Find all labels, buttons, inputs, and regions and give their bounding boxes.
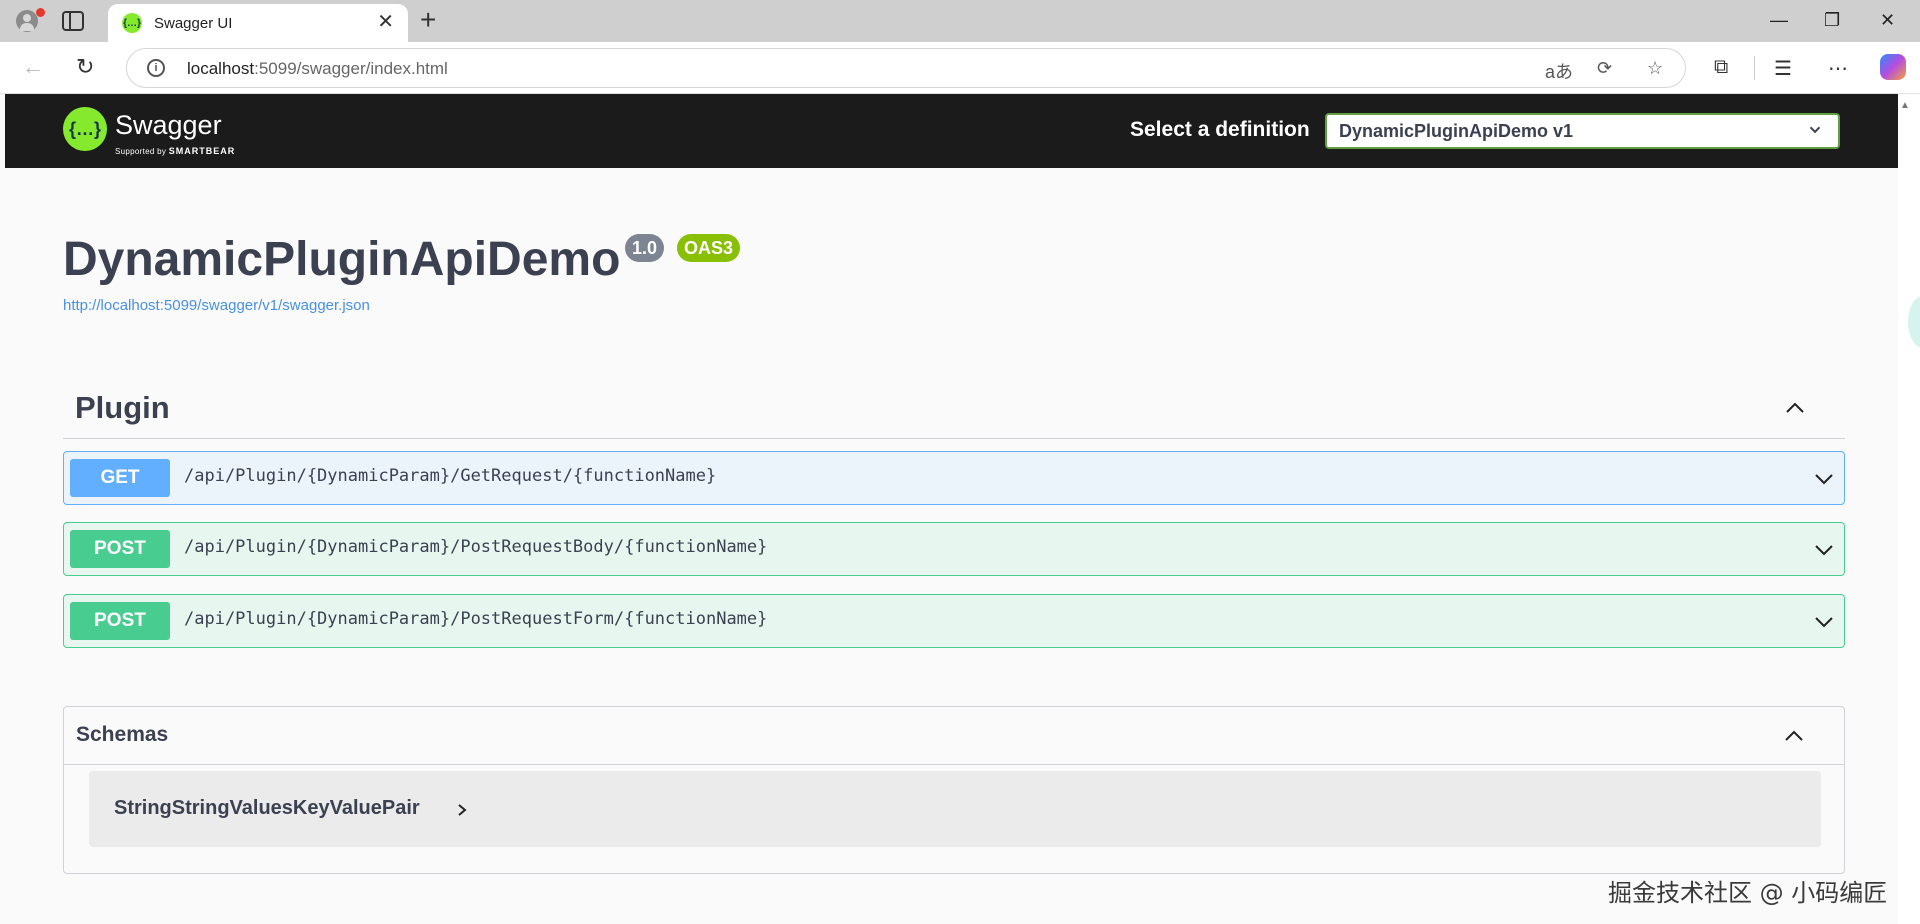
url-text[interactable]: localhost:5099/swagger/index.html <box>187 59 448 79</box>
operation-get[interactable]: GET /api/Plugin/{DynamicParam}/GetReques… <box>63 451 1845 505</box>
new-tab-icon[interactable]: + <box>420 6 436 34</box>
profile-button[interactable] <box>12 8 45 34</box>
back-icon[interactable]: ← <box>22 54 44 80</box>
window-close-icon[interactable]: ✕ <box>1880 10 1895 31</box>
browser-toolbar: ← ↻ i localhost:5099/swagger/index.html … <box>0 42 1920 94</box>
reload-icon[interactable]: ↻ <box>76 54 94 80</box>
browser-tab-strip: {…} Swagger UI ✕ + — ❐ ✕ <box>0 0 1920 42</box>
operation-path: /api/Plugin/{DynamicParam}/GetRequest/{f… <box>184 466 717 486</box>
tab-actions-icon[interactable] <box>62 11 84 31</box>
spec-json-link[interactable]: http://localhost:5099/swagger/v1/swagger… <box>63 297 370 314</box>
copilot-icon[interactable] <box>1880 54 1906 80</box>
model-name: StringStringValuesKeyValuePair <box>114 797 420 819</box>
notification-dot <box>36 8 45 17</box>
extensions-icon[interactable]: ⧉ <box>1714 56 1728 79</box>
model-item[interactable]: StringStringValuesKeyValuePair <box>89 771 1821 847</box>
tab-title: Swagger UI <box>154 14 233 32</box>
swagger-logo-icon[interactable]: {…} <box>63 107 107 151</box>
scroll-up-arrow-icon[interactable]: ▲ <box>1900 100 1910 111</box>
chevron-down-icon[interactable] <box>1812 538 1836 562</box>
operation-post[interactable]: POST /api/Plugin/{DynamicParam}/PostRequ… <box>63 522 1845 576</box>
browser-tab-active[interactable]: {…} Swagger UI ✕ <box>108 4 408 42</box>
page-scrollbar[interactable] <box>1898 94 1920 924</box>
more-menu-icon[interactable]: ⋯ <box>1828 56 1848 81</box>
restore-icon[interactable]: ❐ <box>1824 10 1840 31</box>
swagger-topbar: {…} Swagger Supported by SMARTBEAR Selec… <box>5 94 1898 168</box>
method-badge: POST <box>70 530 170 568</box>
chevron-right-icon[interactable] <box>455 801 469 819</box>
site-info-icon[interactable]: i <box>147 59 165 77</box>
translate-icon[interactable]: aあ <box>1545 58 1573 84</box>
refresh-page-icon[interactable]: ⟳ <box>1597 58 1612 79</box>
chevron-down-icon[interactable] <box>1812 610 1836 634</box>
definition-select[interactable]: DynamicPluginApiDemo v1 <box>1325 113 1840 149</box>
method-badge: POST <box>70 602 170 640</box>
definition-label: Select a definition <box>1130 118 1310 141</box>
chevron-up-icon[interactable] <box>1783 396 1807 420</box>
chevron-down-icon[interactable] <box>1812 467 1836 491</box>
tab-close-icon[interactable]: ✕ <box>377 12 394 32</box>
operation-post[interactable]: POST /api/Plugin/{DynamicParam}/PostRequ… <box>63 594 1845 648</box>
logo-subtitle: Supported by SMARTBEAR <box>115 146 236 156</box>
address-bar[interactable]: i localhost:5099/swagger/index.html aあ ⟳… <box>126 48 1686 88</box>
favorite-star-icon[interactable]: ☆ <box>1647 58 1663 79</box>
swagger-page: {…} Swagger Supported by SMARTBEAR Selec… <box>5 94 1898 924</box>
operation-path: /api/Plugin/{DynamicParam}/PostRequestBo… <box>184 537 768 557</box>
watermark: 掘金技术社区 @ 小码编匠 <box>1608 879 1888 907</box>
api-title: DynamicPluginApiDemo <box>63 233 621 286</box>
toolbar-divider <box>1754 56 1755 80</box>
tag-title: Plugin <box>75 390 170 425</box>
favorites-icon[interactable]: ☰ <box>1774 56 1792 81</box>
chevron-down-icon <box>1809 126 1821 134</box>
tag-header-plugin[interactable]: Plugin <box>63 376 1845 439</box>
schemas-title: Schemas <box>76 723 169 746</box>
schemas-section: Schemas StringStringValuesKeyValuePair <box>63 706 1845 874</box>
oas-badge: OAS3 <box>677 234 741 262</box>
definition-value: DynamicPluginApiDemo v1 <box>1339 121 1574 141</box>
schemas-header[interactable]: Schemas <box>64 707 1844 765</box>
operation-path: /api/Plugin/{DynamicParam}/PostRequestFo… <box>184 609 768 629</box>
profile-avatar-icon <box>16 10 38 32</box>
logo-text: Swagger <box>115 110 222 140</box>
method-badge: GET <box>70 459 170 497</box>
version-badge: 1.0 <box>625 234 665 262</box>
minimize-icon[interactable]: — <box>1770 10 1788 31</box>
chevron-up-icon[interactable] <box>1782 724 1806 748</box>
swagger-favicon-icon: {…} <box>122 13 142 33</box>
